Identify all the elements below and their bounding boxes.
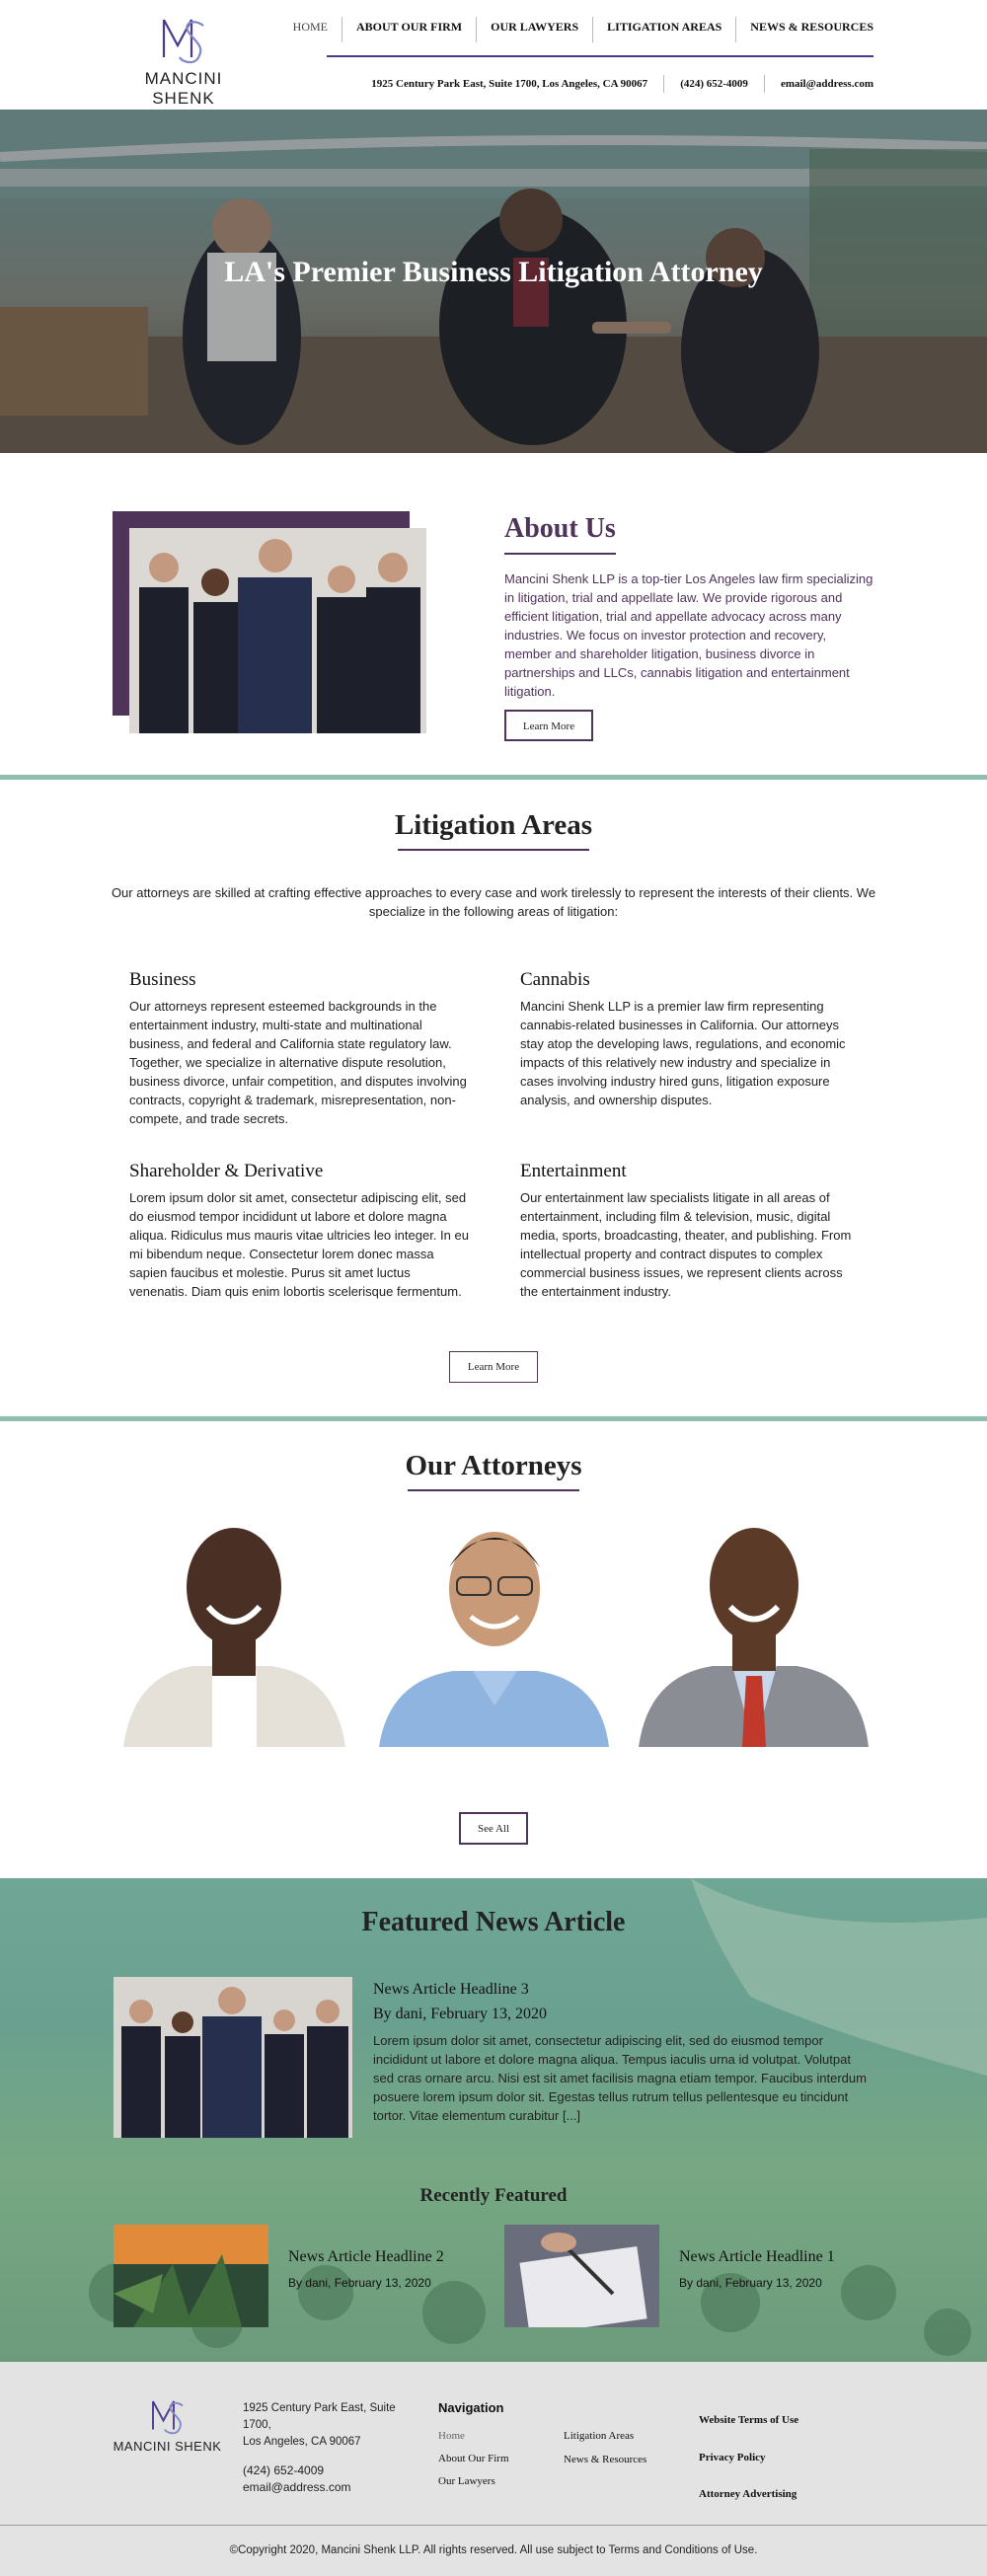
litigation-title-underline [398,849,589,851]
attorneys-title-underline [408,1489,579,1491]
section-divider [0,775,987,780]
area-text: Our attorneys represent esteemed backgro… [129,999,467,1126]
about-title: About Us [504,513,616,544]
recent-article-image[interactable] [504,2225,659,2327]
footer-nav-about[interactable]: About Our Firm [438,2453,509,2464]
attorney-photo[interactable] [634,1508,873,1747]
attorneys-title: Our Attorneys [405,1450,582,1481]
hero-title: LA's Premier Business Litigation Attorne… [224,256,763,288]
litigation-title: Litigation Areas [394,809,593,841]
page: { "brand": { "name": "MANCINI SHENK", "a… [0,0,987,2576]
site-header: MANCINI SHENK HOME ABOUT OUR FIRM OUR LA… [0,0,987,110]
footer-privacy-link[interactable]: Privacy Policy [699,2452,766,2463]
footer-address-line2: Los Angeles, CA 90067 [243,2436,361,2448]
recent-article-headline[interactable]: News Article Headline 1 [679,2248,835,2266]
header-contact: 1925 Century Park East, Suite 1700, Los … [355,75,873,93]
featured-article-headline[interactable]: News Article Headline 3 [373,1981,529,1999]
about-title-underline [504,553,616,555]
footer-phone[interactable]: (424) 652-4009 [243,2462,351,2479]
footer-email[interactable]: email@address.com [243,2479,351,2496]
featured-article-byline: By dani, February 13, 2020 [373,2006,547,2022]
logo-text: MANCINI SHENK [144,69,223,108]
about-learn-more-button[interactable]: Learn More [504,710,593,741]
attorney-portrait-2 [374,1508,614,1747]
area-title: Shareholder & Derivative [129,1161,324,1181]
nav-news-resources[interactable]: NEWS & RESOURCES [735,17,873,42]
attorney-portrait-3 [634,1508,873,1747]
litigation-learn-more-button[interactable]: Learn More [449,1351,538,1383]
footer-nav-news[interactable]: News & Resources [564,2454,646,2465]
header-email[interactable]: email@address.com [763,75,873,93]
attorney-portrait-1 [114,1508,353,1747]
about-text: Mancini Shenk LLP is a top-tier Los Ange… [504,571,873,699]
ms-monogram-icon [151,2400,184,2435]
recent-article-byline: By dani, February 13, 2020 [679,2276,822,2290]
header-phone[interactable]: (424) 652-4009 [663,75,764,93]
about-team-photo [129,528,426,733]
nav-home[interactable]: HOME [279,17,342,42]
footer-nav-title: Navigation [438,2400,504,2415]
footer-logo[interactable]: MANCINI SHENK [111,2395,224,2454]
footer-logo-text: MANCINI SHENK [113,2439,222,2454]
area-business: Business Our attorneys represent esteeme… [129,969,470,1128]
area-cannabis: Cannabis Mancini Shenk LLP is a premier … [520,969,861,1109]
area-entertainment: Entertainment Our entertainment law spec… [520,1161,861,1301]
featured-article-image[interactable] [114,1977,352,2138]
area-title: Business [129,969,196,990]
hero-banner: LA's Premier Business Litigation Attorne… [0,110,987,453]
footer-terms-link[interactable]: Website Terms of Use [699,2414,798,2426]
see-all-attorneys-button[interactable]: See All [459,1812,528,1845]
attorney-photo[interactable] [374,1508,614,1747]
nav-about-our-firm[interactable]: ABOUT OUR FIRM [342,17,476,42]
area-text: Mancini Shenk LLP is a premier law firm … [520,999,846,1107]
recently-featured-title: Recently Featured [419,2185,568,2206]
cannabis-photo [114,2225,268,2327]
featured-article-excerpt: Lorem ipsum dolor sit amet, consectetur … [373,2033,867,2123]
footer-contact: (424) 652-4009 email@address.com [243,2462,351,2496]
section-divider [0,1416,987,1421]
ms-monogram-icon [162,19,204,64]
footer-nav-lawyers[interactable]: Our Lawyers [438,2475,495,2487]
area-text: Lorem ipsum dolor sit amet, consectetur … [129,1190,469,1299]
litigation-intro: Our attorneys are skilled at crafting ef… [111,885,876,919]
footer-nav-litigation[interactable]: Litigation Areas [564,2430,634,2442]
featured-title: Featured News Article [361,1907,626,1937]
header-address: 1925 Century Park East, Suite 1700, Los … [371,78,648,90]
footer-advertising-link[interactable]: Attorney Advertising [699,2488,797,2500]
nav-our-lawyers[interactable]: OUR LAWYERS [476,17,592,42]
footer-address-line1: 1925 Century Park East, Suite 1700, [243,2402,396,2431]
footer-address: 1925 Century Park East, Suite 1700, Los … [243,2400,406,2451]
team-photo-illustration [129,528,426,733]
recent-article-image[interactable] [114,2225,268,2327]
main-nav: HOME ABOUT OUR FIRM OUR LAWYERS LITIGATI… [279,17,873,42]
area-shareholder-derivative: Shareholder & Derivative Lorem ipsum dol… [129,1161,470,1301]
featured-team-photo [114,1977,352,2138]
logo[interactable]: MANCINI SHENK [111,12,257,108]
attorney-photo[interactable] [114,1508,353,1747]
recent-article-headline[interactable]: News Article Headline 2 [288,2248,444,2266]
nav-litigation-areas[interactable]: LITIGATION AREAS [592,17,735,42]
footer-nav-home[interactable]: Home [438,2430,465,2442]
area-title: Cannabis [520,969,590,990]
nav-underline [327,55,873,57]
copyright-text: ©Copyright 2020, Mancini Shenk LLP. All … [229,2544,758,2556]
area-title: Entertainment [520,1161,627,1181]
recent-article-byline: By dani, February 13, 2020 [288,2276,431,2290]
area-text: Our entertainment law specialists litiga… [520,1190,852,1299]
document-signing-photo [504,2225,659,2327]
